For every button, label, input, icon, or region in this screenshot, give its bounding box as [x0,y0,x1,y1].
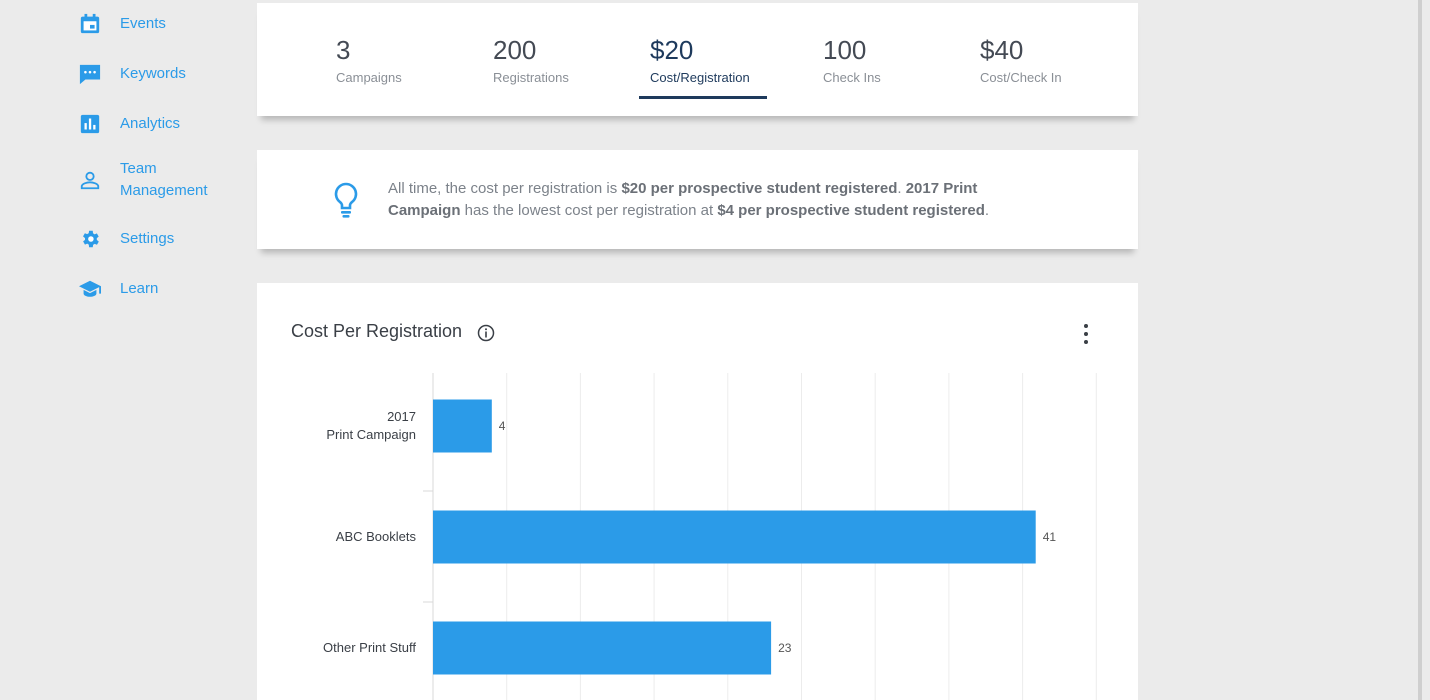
stat-label: Cost/Check In [980,70,1062,85]
sidebar-item-label: Events [120,15,166,32]
insight-text-part: has the lowest cost per registration at [460,202,718,219]
sidebar-item-events[interactable]: Events [78,12,166,36]
sidebar-item-label: Settings [120,230,175,247]
insight-card: All time, the cost per registration is $… [257,150,1138,249]
info-icon[interactable] [477,324,495,342]
sidebar-item-keywords[interactable]: Keywords [78,62,186,86]
category-label: Print Campaign [326,427,416,442]
bar-value-label: 41 [1043,530,1057,544]
label-line-2: Management [120,182,208,199]
sidebar-item-team-management[interactable]: Team Management [78,158,208,202]
chart-title: Cost Per Registration [291,321,463,341]
bar-value-label: 4 [499,419,506,433]
stat-value: 100 [823,35,867,65]
sidebar: Events Keywords Analytics Team Managemen… [0,0,240,700]
insight-text: All time, the cost per registration is $… [388,178,1048,222]
lightbulb-icon [334,182,358,218]
bar [433,510,1036,564]
active-stat-underline [639,96,767,99]
sidebar-item-label: Analytics [120,115,181,132]
stat-value: $40 [980,35,1024,65]
stat-value: 200 [493,35,537,65]
gear-icon [78,227,102,251]
insight-highlight: $20 per prospective student registered [621,180,898,197]
more-options-icon[interactable] [1081,323,1091,345]
graduation-cap-icon [78,277,102,301]
stat-label: Registrations [493,70,569,85]
stat-label: Campaigns [336,70,402,85]
category-label: 2017 [387,409,416,424]
insight-text-part: All time, the cost per registration is [388,180,622,197]
stat-campaigns[interactable]: 3 Campaigns [336,35,402,85]
stat-registrations[interactable]: 200 Registrations [493,35,569,85]
sidebar-item-settings[interactable]: Settings [78,227,174,251]
sidebar-item-label: Team Management [120,158,208,202]
label-line-1: Team [120,160,157,177]
sidebar-item-label: Keywords [120,65,186,82]
stat-value: $20 [650,35,694,65]
stat-label: Cost/Registration [650,70,750,85]
scrollbar-edge[interactable] [1418,0,1422,700]
category-label: Other Print Stuff [323,640,416,655]
bar [433,399,492,453]
bar-chart-icon [78,112,102,136]
stat-cost-per-registration[interactable]: $20 Cost/Registration [650,35,750,85]
chat-icon [78,62,102,86]
stats-card: 3 Campaigns 200 Registrations $20 Cost/R… [257,3,1138,116]
stat-cost-per-check-in[interactable]: $40 Cost/Check In [980,35,1062,85]
insight-highlight: $4 per prospective student registered [717,202,985,219]
calendar-icon [78,12,102,36]
bar-value-label: 23 [778,641,792,655]
insight-text-part: . [984,202,990,219]
sidebar-item-analytics[interactable]: Analytics [78,112,180,136]
sidebar-item-learn[interactable]: Learn [78,277,158,301]
bar-chart: 4 2017 Print Campaign 41 ABC Booklets 23 Other… [323,373,1097,700]
stat-value: 3 [336,35,351,65]
stat-label: Check Ins [823,70,881,85]
chart-card: 4 2017 Print Campaign 41 ABC Booklets 23 Other… [257,283,1138,700]
person-icon [78,168,102,192]
bar [433,621,772,675]
category-label: ABC Booklets [336,529,417,544]
stat-check-ins[interactable]: 100 Check Ins [823,35,881,85]
insight-text-part: . [897,180,906,197]
sidebar-item-label: Learn [120,280,159,297]
